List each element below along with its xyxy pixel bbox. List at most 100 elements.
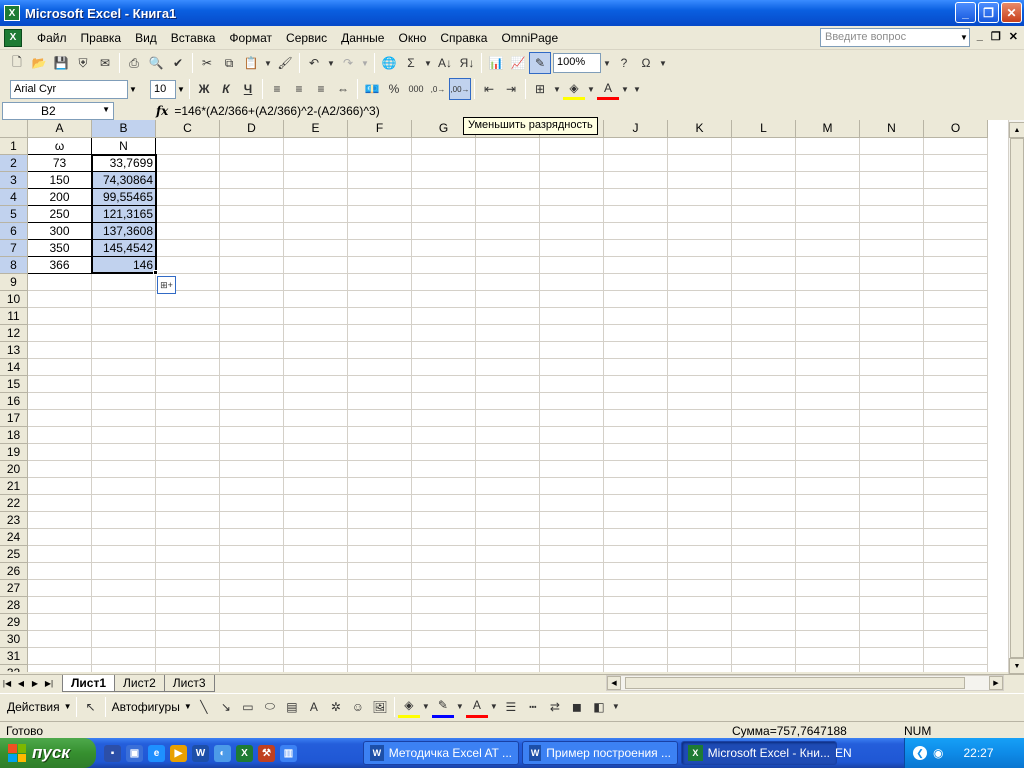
- cell-B3[interactable]: 74,30864: [92, 172, 156, 189]
- cell-L11[interactable]: [732, 308, 796, 325]
- cell-A1[interactable]: ω: [28, 138, 92, 155]
- cell-C16[interactable]: [156, 393, 220, 410]
- zoom-dropdown-icon[interactable]: ▼: [601, 52, 613, 74]
- cell-L3[interactable]: [732, 172, 796, 189]
- cell-F2[interactable]: [348, 155, 412, 172]
- cell-K10[interactable]: [668, 291, 732, 308]
- cell-L13[interactable]: [732, 342, 796, 359]
- cell-C32[interactable]: [156, 665, 220, 672]
- cell-K27[interactable]: [668, 580, 732, 597]
- cell-M7[interactable]: [796, 240, 860, 257]
- cell-O7[interactable]: [924, 240, 988, 257]
- cell-H11[interactable]: [476, 308, 540, 325]
- cell-K32[interactable]: [668, 665, 732, 672]
- column-header-D[interactable]: D: [220, 120, 284, 138]
- cell-M25[interactable]: [796, 546, 860, 563]
- cell-B20[interactable]: [92, 461, 156, 478]
- cell-G3[interactable]: [412, 172, 476, 189]
- row-header-25[interactable]: 25: [0, 546, 28, 563]
- cell-G9[interactable]: [412, 274, 476, 291]
- cell-B1[interactable]: N: [92, 138, 156, 155]
- cell-O8[interactable]: [924, 257, 988, 274]
- horizontal-scrollbar[interactable]: ◀ ▶: [606, 675, 1004, 691]
- cell-C8[interactable]: [156, 257, 220, 274]
- cell-J13[interactable]: [604, 342, 668, 359]
- cell-O10[interactable]: [924, 291, 988, 308]
- cell-B17[interactable]: [92, 410, 156, 427]
- cell-D8[interactable]: [220, 257, 284, 274]
- cell-H22[interactable]: [476, 495, 540, 512]
- cell-G24[interactable]: [412, 529, 476, 546]
- cell-E25[interactable]: [284, 546, 348, 563]
- cell-K25[interactable]: [668, 546, 732, 563]
- first-sheet-icon[interactable]: |◀: [0, 679, 14, 688]
- cell-D4[interactable]: [220, 189, 284, 206]
- cell-B4[interactable]: 99,55465: [92, 189, 156, 206]
- cell-B5[interactable]: 121,3165: [92, 206, 156, 223]
- borders-icon[interactable]: ⊞: [529, 78, 551, 100]
- cell-I13[interactable]: [540, 342, 604, 359]
- cell-J31[interactable]: [604, 648, 668, 665]
- cell-B9[interactable]: [92, 274, 156, 291]
- cell-G26[interactable]: [412, 563, 476, 580]
- cell-O25[interactable]: [924, 546, 988, 563]
- doc-restore-button[interactable]: ❐: [991, 30, 1001, 43]
- row-header-10[interactable]: 10: [0, 291, 28, 308]
- cell-J14[interactable]: [604, 359, 668, 376]
- cell-I11[interactable]: [540, 308, 604, 325]
- cell-H7[interactable]: [476, 240, 540, 257]
- cell-F7[interactable]: [348, 240, 412, 257]
- cell-N10[interactable]: [860, 291, 924, 308]
- cell-F19[interactable]: [348, 444, 412, 461]
- cell-N25[interactable]: [860, 546, 924, 563]
- hyperlink-icon[interactable]: 🌐: [378, 52, 400, 74]
- arrow-style-icon[interactable]: ⇄: [544, 696, 566, 718]
- chart-icon[interactable]: 📈: [507, 52, 529, 74]
- menu-file[interactable]: Файл: [30, 31, 74, 45]
- paste-icon[interactable]: 📋: [240, 52, 262, 74]
- cell-D15[interactable]: [220, 376, 284, 393]
- cell-N1[interactable]: [860, 138, 924, 155]
- cell-C25[interactable]: [156, 546, 220, 563]
- cell-I1[interactable]: [540, 138, 604, 155]
- zoom-select[interactable]: 100%: [553, 53, 601, 73]
- column-header-O[interactable]: O: [924, 120, 988, 138]
- cell-G16[interactable]: [412, 393, 476, 410]
- cell-K16[interactable]: [668, 393, 732, 410]
- rectangle-icon[interactable]: ▭: [237, 696, 259, 718]
- fill-color-dropdown-icon[interactable]: ▼: [585, 78, 597, 100]
- cell-K12[interactable]: [668, 325, 732, 342]
- cell-J6[interactable]: [604, 223, 668, 240]
- cell-M22[interactable]: [796, 495, 860, 512]
- cell-A14[interactable]: [28, 359, 92, 376]
- cell-I3[interactable]: [540, 172, 604, 189]
- close-button[interactable]: ✕: [1001, 2, 1022, 23]
- cell-F20[interactable]: [348, 461, 412, 478]
- ask-dropdown-icon[interactable]: ▼: [958, 29, 970, 46]
- cell-G2[interactable]: [412, 155, 476, 172]
- cell-O12[interactable]: [924, 325, 988, 342]
- cell-A6[interactable]: 300: [28, 223, 92, 240]
- cell-I10[interactable]: [540, 291, 604, 308]
- row-header-12[interactable]: 12: [0, 325, 28, 342]
- cell-G10[interactable]: [412, 291, 476, 308]
- textbox-icon[interactable]: ▤: [281, 696, 303, 718]
- cell-G25[interactable]: [412, 546, 476, 563]
- draw-actions-menu[interactable]: Действия: [4, 700, 63, 714]
- cell-J10[interactable]: [604, 291, 668, 308]
- cell-N30[interactable]: [860, 631, 924, 648]
- cell-A19[interactable]: [28, 444, 92, 461]
- cell-E15[interactable]: [284, 376, 348, 393]
- cell-D27[interactable]: [220, 580, 284, 597]
- save-icon[interactable]: 💾: [50, 52, 72, 74]
- font-size-select[interactable]: 10: [150, 79, 176, 99]
- undo-icon[interactable]: ↶: [303, 52, 325, 74]
- cell-F8[interactable]: [348, 257, 412, 274]
- column-header-E[interactable]: E: [284, 120, 348, 138]
- cell-J26[interactable]: [604, 563, 668, 580]
- underline-button[interactable]: Ч: [237, 78, 259, 100]
- cell-G31[interactable]: [412, 648, 476, 665]
- menu-tools[interactable]: Сервис: [279, 31, 334, 45]
- cell-A9[interactable]: [28, 274, 92, 291]
- cell-N6[interactable]: [860, 223, 924, 240]
